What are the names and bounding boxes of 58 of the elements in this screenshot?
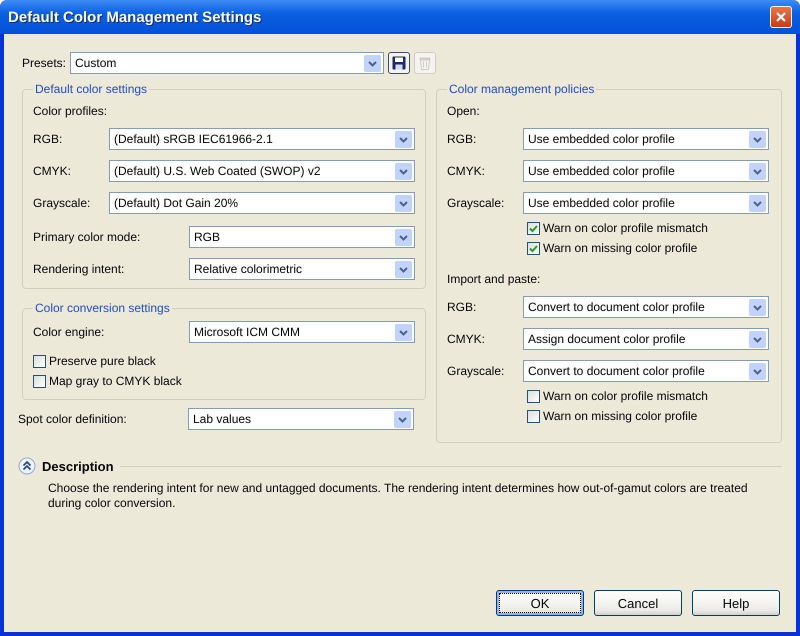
field-label: RGB: (33, 132, 64, 146)
save-icon (392, 56, 406, 70)
collapse-icon[interactable] (18, 457, 36, 475)
dialog-button[interactable]: Cancel (594, 590, 682, 616)
field-label: RGB: (447, 132, 478, 146)
checkbox-label[interactable]: Warn on missing color profile (543, 409, 698, 423)
close-icon (775, 11, 787, 23)
dropdown[interactable]: Assign document color profile (523, 328, 769, 350)
dropdown[interactable]: Relative colorimetric (189, 258, 415, 280)
field-label: Color engine: (33, 325, 106, 339)
description-text: Choose the rendering intent for new and untagged documents. The rendering intent determines how out-of-gamut colors are treated during color conversion. (48, 481, 749, 511)
group-title: Default color settings (34, 82, 148, 96)
dropdown[interactable]: Lab values (188, 408, 414, 430)
dropdown[interactable]: Use embedded color profile (523, 128, 769, 150)
save-button[interactable] (388, 52, 410, 74)
field-label: Grayscale: (447, 364, 506, 378)
field-label: Grayscale: (33, 196, 92, 210)
checkbox[interactable] (527, 390, 540, 402)
trash-icon (419, 56, 432, 70)
checkbox[interactable] (527, 222, 540, 234)
dropdown[interactable]: Convert to document color profile (523, 296, 769, 318)
field-label: Primary color mode: (33, 230, 142, 244)
section-heading: Color profiles: (33, 104, 108, 118)
dropdown[interactable]: (Default) Dot Gain 20% (109, 192, 415, 214)
group-title: Color management policies (448, 82, 596, 96)
dropdown[interactable]: (Default) U.S. Web Coated (SWOP) v2 (109, 160, 415, 182)
checkbox-label[interactable]: Map gray to CMYK black (49, 374, 182, 388)
checkbox-label[interactable]: Warn on missing color profile (543, 241, 698, 255)
field-label: RGB: (447, 300, 478, 314)
dropdown[interactable]: Convert to document color profile (523, 360, 769, 382)
checkbox[interactable] (33, 354, 46, 368)
checkbox[interactable] (527, 410, 540, 422)
field-label: CMYK: (447, 332, 486, 346)
section-title: Description (42, 458, 114, 474)
dropdown[interactable]: Use embedded color profile (523, 192, 769, 214)
dropdown[interactable]: Use embedded color profile (523, 160, 769, 182)
field-label: CMYK: (447, 164, 486, 178)
checkbox-label[interactable]: Warn on color profile mismatch (543, 389, 708, 403)
close-button[interactable] (770, 6, 792, 28)
dropdown[interactable]: Microsoft ICM CMM (189, 321, 415, 343)
dialog-button[interactable]: Help (692, 590, 780, 616)
dropdown[interactable]: Custom (70, 52, 384, 74)
field-label: Spot color definition: (18, 412, 128, 426)
field-label: Presets: (22, 56, 66, 70)
dialog-button[interactable]: OK (496, 590, 584, 616)
section-heading: Open: (447, 104, 481, 118)
checkbox-label[interactable]: Preserve pure black (49, 354, 156, 368)
section-heading: Import and paste: (447, 272, 542, 286)
checkbox[interactable] (33, 374, 46, 388)
dropdown[interactable]: RGB (189, 226, 415, 248)
group-title: Color conversion settings (34, 301, 171, 315)
window-title: Default Color Management Settings (8, 8, 262, 26)
field-label: Grayscale: (447, 196, 506, 210)
checkbox-label[interactable]: Warn on color profile mismatch (543, 221, 708, 235)
checkbox[interactable] (527, 242, 540, 254)
field-label: Rendering intent: (33, 262, 126, 276)
dropdown[interactable]: (Default) sRGB IEC61966-2.1 (109, 128, 415, 150)
field-label: CMYK: (33, 164, 72, 178)
